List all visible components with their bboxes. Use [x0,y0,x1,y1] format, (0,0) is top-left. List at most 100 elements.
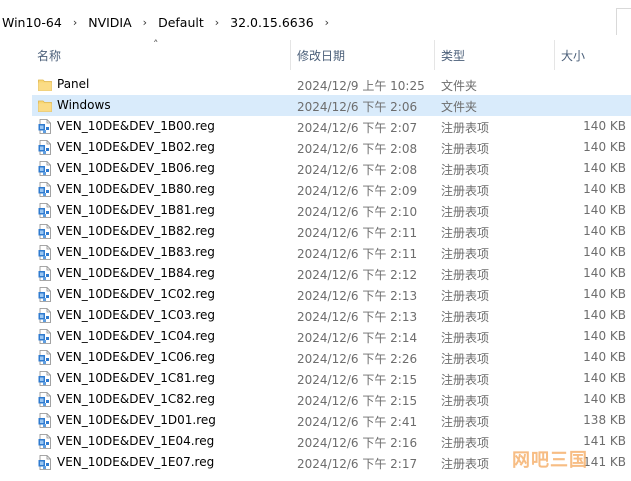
modified-date: 2024/12/6 下午 2:13 [297,310,418,324]
file-type: 注册表项 [441,205,490,219]
file-size: 140 KB [583,329,626,343]
file-size: 140 KB [583,245,626,259]
breadcrumb-item-nvidia[interactable]: NVIDIA [86,15,133,30]
file-row[interactable]: VEN_10DE&DEV_1B06.reg 2024/12/6 下午 2:08 注册… [0,158,631,179]
file-type: 注册表项 [441,142,490,156]
reg-file-icon [38,455,52,470]
reg-file-icon [38,329,52,344]
sort-ascending-icon: ˄ [153,38,159,51]
file-size: 141 KB [583,455,626,469]
file-size: 140 KB [583,350,626,364]
file-name: VEN_10DE&DEV_1B84.reg [57,266,215,280]
column-header-bar: ˄ 名称 修改日期 类型 大小 [0,38,631,72]
column-header-name[interactable]: 名称 [37,47,61,64]
breadcrumb-item-version[interactable]: 32.0.15.6636 [228,15,316,30]
address-bar[interactable]: Win10-64 › NVIDIA › Default › 32.0.15.66… [0,0,631,39]
modified-date: 2024/12/6 下午 2:12 [297,268,418,282]
breadcrumb-item-win10-64[interactable]: Win10-64 [0,15,64,30]
column-divider[interactable] [290,40,291,70]
folder-row[interactable]: Windows 2024/12/6 下午 2:06 文件夹 [0,95,631,116]
file-list: Panel 2024/12/9 上午 10:25 文件夹 Windows 2024/12… [0,74,631,473]
folder-row[interactable]: Panel 2024/12/9 上午 10:25 文件夹 [0,74,631,95]
file-row[interactable]: VEN_10DE&DEV_1B83.reg 2024/12/6 下午 2:11 注册… [0,242,631,263]
file-name: VEN_10DE&DEV_1B00.reg [57,119,215,133]
file-type: 注册表项 [441,163,490,177]
file-name: VEN_10DE&DEV_1C06.reg [57,350,216,364]
file-row[interactable]: VEN_10DE&DEV_1C82.reg 2024/12/6 下午 2:15 注册… [0,389,631,410]
file-row[interactable]: VEN_10DE&DEV_1D01.reg 2024/12/6 下午 2:41 注册… [0,410,631,431]
modified-date: 2024/12/6 下午 2:26 [297,352,418,366]
folder-icon [38,98,52,113]
reg-file-icon [38,182,52,197]
column-header-date[interactable]: 修改日期 [297,47,345,64]
file-name: VEN_10DE&DEV_1C03.reg [57,308,216,322]
file-type: 注册表项 [441,394,490,408]
search-box-edge[interactable] [616,8,631,35]
file-row[interactable]: VEN_10DE&DEV_1B82.reg 2024/12/6 下午 2:11 注册… [0,221,631,242]
column-header-size[interactable]: 大小 [561,47,585,64]
file-size: 138 KB [583,413,626,427]
file-size: 140 KB [583,392,626,406]
file-row[interactable]: VEN_10DE&DEV_1C81.reg 2024/12/6 下午 2:15 注册… [0,368,631,389]
file-size: 140 KB [583,140,626,154]
reg-file-icon [38,308,52,323]
column-header-type[interactable]: 类型 [441,47,465,64]
folder-icon [38,77,52,92]
file-type: 注册表项 [441,373,490,387]
file-name: VEN_10DE&DEV_1B06.reg [57,161,215,175]
file-size: 140 KB [583,371,626,385]
chevron-right-icon[interactable]: › [64,16,86,29]
file-row[interactable]: VEN_10DE&DEV_1B00.reg 2024/12/6 下午 2:07 注册… [0,116,631,137]
file-row[interactable]: VEN_10DE&DEV_1B02.reg 2024/12/6 下午 2:08 注册… [0,137,631,158]
breadcrumb-item-default[interactable]: Default [156,15,206,30]
reg-file-icon [38,434,52,449]
file-name: VEN_10DE&DEV_1E04.reg [57,434,215,448]
file-size: 141 KB [583,434,626,448]
column-divider[interactable] [434,40,435,70]
file-row[interactable]: VEN_10DE&DEV_1B84.reg 2024/12/6 下午 2:12 注册… [0,263,631,284]
file-name: Windows [57,98,111,112]
modified-date: 2024/12/9 上午 10:25 [297,79,425,93]
file-row[interactable]: VEN_10DE&DEV_1B81.reg 2024/12/6 下午 2:10 注册… [0,200,631,221]
file-type: 注册表项 [441,457,490,471]
modified-date: 2024/12/6 下午 2:14 [297,331,418,345]
file-type: 文件夹 [441,100,478,114]
file-size: 140 KB [583,287,626,301]
file-row[interactable]: VEN_10DE&DEV_1C02.reg 2024/12/6 下午 2:13 注册… [0,284,631,305]
file-name: VEN_10DE&DEV_1B80.reg [57,182,215,196]
chevron-right-icon[interactable]: › [316,16,338,29]
modified-date: 2024/12/6 下午 2:17 [297,457,418,471]
modified-date: 2024/12/6 下午 2:15 [297,394,418,408]
file-type: 注册表项 [441,226,490,240]
modified-date: 2024/12/6 下午 2:11 [297,226,418,240]
file-type: 注册表项 [441,184,490,198]
file-row[interactable]: VEN_10DE&DEV_1C04.reg 2024/12/6 下午 2:14 注册… [0,326,631,347]
file-name: VEN_10DE&DEV_1C04.reg [57,329,216,343]
reg-file-icon [38,203,52,218]
modified-date: 2024/12/6 下午 2:07 [297,121,418,135]
modified-date: 2024/12/6 下午 2:41 [297,415,418,429]
file-row[interactable]: VEN_10DE&DEV_1B80.reg 2024/12/6 下午 2:09 注册… [0,179,631,200]
file-type: 注册表项 [441,310,490,324]
file-size: 140 KB [583,308,626,322]
file-size: 140 KB [583,119,626,133]
file-type: 注册表项 [441,415,490,429]
file-row[interactable]: VEN_10DE&DEV_1C06.reg 2024/12/6 下午 2:26 注册… [0,347,631,368]
file-type: 注册表项 [441,247,490,261]
file-size: 140 KB [583,182,626,196]
modified-date: 2024/12/6 下午 2:06 [297,100,418,114]
file-row[interactable]: VEN_10DE&DEV_1C03.reg 2024/12/6 下午 2:13 注册… [0,305,631,326]
file-type: 注册表项 [441,331,490,345]
file-size: 140 KB [583,203,626,217]
chevron-right-icon[interactable]: › [134,16,156,29]
reg-file-icon [38,371,52,386]
file-type: 注册表项 [441,352,490,366]
file-name: VEN_10DE&DEV_1B83.reg [57,245,215,259]
column-divider[interactable] [554,40,555,70]
modified-date: 2024/12/6 下午 2:08 [297,163,418,177]
reg-file-icon [38,161,52,176]
reg-file-icon [38,413,52,428]
reg-file-icon [38,266,52,281]
chevron-right-icon[interactable]: › [206,16,228,29]
file-name: VEN_10DE&DEV_1E07.reg [57,455,215,469]
